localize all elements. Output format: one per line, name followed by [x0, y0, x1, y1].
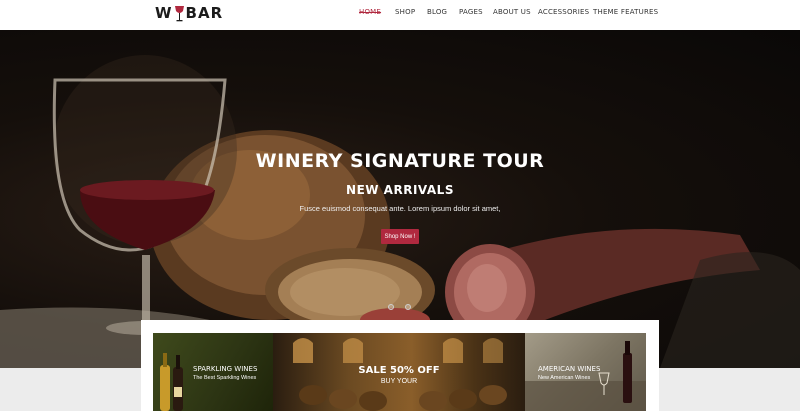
banner-sale[interactable]: SALE 50% OFF BUY YOUR [273, 333, 525, 411]
banner-2-title: SALE 50% OFF [358, 365, 440, 376]
hero-slider: WINERY SIGNATURE TOUR NEW ARRIVALS Fusce… [0, 30, 800, 368]
nav-item-blog[interactable]: BLOG [427, 8, 447, 16]
shop-now-button[interactable]: Shop Now ! [381, 229, 419, 244]
banner-3-subtitle: New American Wines [538, 375, 591, 381]
nav-item-pages[interactable]: PAGES [459, 8, 483, 16]
slider-dot-2[interactable] [405, 304, 411, 310]
hero-background-image [0, 55, 800, 368]
nav-item-accessories[interactable]: ACCESSORIES [538, 8, 589, 16]
banner-1-title: SPARKLING WINES [193, 365, 258, 373]
nav-item-home[interactable]: HOME [359, 8, 381, 16]
banner-3-title: AMERICAN WINES [538, 365, 601, 373]
hero-subtitle: NEW ARRIVALS [346, 183, 454, 197]
hero-title: WINERY SIGNATURE TOUR [255, 150, 545, 172]
banner-sparkling-wines[interactable]: SPARKLING WINES The Best Sparkling Wines [153, 333, 273, 411]
banner-1-subtitle: The Best Sparkling Wines [193, 375, 257, 381]
slider-dot-1[interactable] [388, 304, 394, 310]
wine-bottles-image [160, 353, 183, 411]
hero-description: Fusce euismod consequat ante. Lorem ipsu… [299, 204, 501, 213]
nav-item-shop[interactable]: SHOP [395, 8, 415, 16]
site-header: W BAR HOME SHOP BLOG PAGES ABOUT US ACCE… [0, 0, 800, 30]
promo-banners: SPARKLING WINES The Best Sparkling Wines… [141, 320, 659, 411]
nav-item-about-us[interactable]: ABOUT US [493, 8, 531, 16]
nav-item-theme-features[interactable]: THEME FEATURES [593, 8, 658, 16]
banner-2-subtitle: BUY YOUR [380, 378, 418, 385]
main-nav: HOME SHOP BLOG PAGES ABOUT US ACCESSORIE… [0, 0, 800, 24]
banner-american-wines[interactable]: AMERICAN WINES New American Wines [525, 333, 646, 411]
